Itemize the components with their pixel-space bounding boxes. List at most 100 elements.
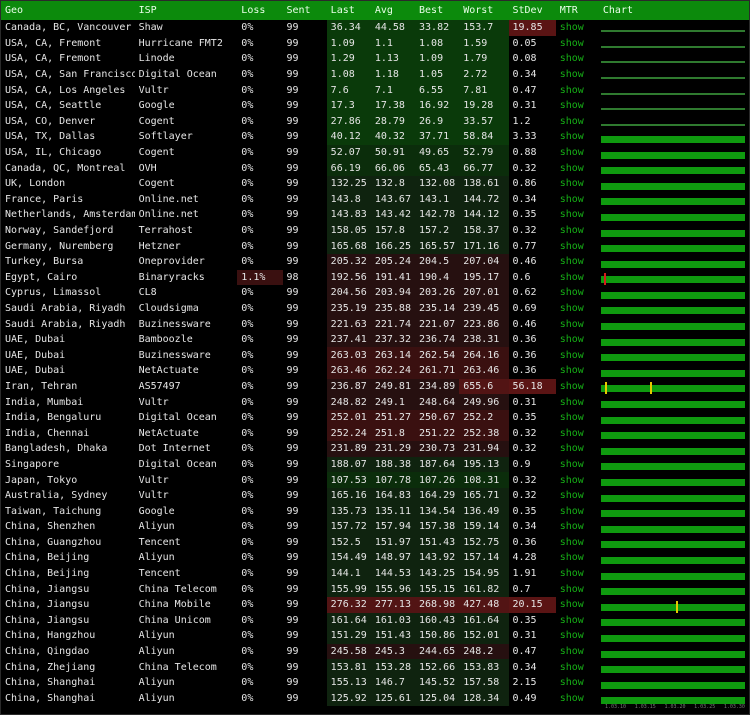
mtr-show-link[interactable]: show [556, 207, 599, 223]
cell-worst: 239.45 [459, 300, 509, 317]
latency-bar [600, 619, 745, 627]
mtr-show-link[interactable]: show [556, 114, 599, 130]
cell-isp: Oneprovider [138, 256, 205, 268]
mtr-show-link[interactable]: show [556, 301, 599, 317]
mtr-show-link[interactable]: show [556, 550, 599, 566]
cell-avg: 151.43 [370, 628, 416, 644]
cell-loss: 1.1% [237, 269, 283, 286]
mtr-show-link[interactable]: show [556, 176, 599, 192]
mtr-show-link[interactable]: show [556, 98, 599, 114]
mtr-show-link[interactable]: show [556, 535, 599, 551]
cell-sent: 99 [286, 334, 299, 346]
mtr-show-link[interactable]: show [556, 659, 599, 675]
cell-best: 1.08 [415, 35, 460, 52]
mtr-show-link[interactable]: show [556, 379, 599, 395]
mtr-show-link[interactable]: show [556, 67, 599, 83]
latency-bar [600, 525, 745, 533]
mtr-show-link[interactable]: show [556, 347, 599, 363]
cell-geo: USA, CA, Fremont [5, 37, 102, 49]
cell-best: 125.04 [415, 690, 460, 707]
mtr-show-link[interactable]: show [556, 192, 599, 208]
table-row: China, Shenzhen Aliyun 0% 99 157.72 157.94 157… [1, 519, 749, 535]
mtr-show-link[interactable]: show [556, 675, 599, 691]
mtr-show-link[interactable]: show [556, 238, 599, 254]
cell-avg: 231.29 [370, 441, 416, 457]
mtr-show-link[interactable]: show [556, 457, 599, 473]
cell-worst: 159.14 [459, 519, 509, 535]
cell-last: 152.5 [326, 534, 371, 551]
mtr-show-link[interactable]: show [556, 488, 599, 504]
cell-worst: 153.7 [459, 20, 509, 36]
mtr-show-link[interactable]: show [556, 581, 599, 597]
table-row: France, Paris Online.net 0% 99 143.8 143.67 14… [1, 191, 749, 208]
cell-stdev: 2.15 [512, 677, 537, 689]
mtr-show-link[interactable]: show [556, 223, 599, 239]
cell-sent: 99 [286, 661, 299, 673]
mtr-show-link[interactable]: show [556, 613, 599, 629]
cell-sent: 99 [286, 552, 299, 564]
latency-chart [599, 363, 749, 379]
cell-worst: 154.95 [459, 565, 509, 582]
mtr-show-link[interactable]: show [556, 519, 599, 535]
cell-stdev: 1.2 [512, 115, 531, 127]
mtr-show-link[interactable]: show [556, 160, 599, 176]
mtr-show-link[interactable]: show [556, 129, 599, 145]
mtr-show-link[interactable]: show [556, 472, 599, 488]
cell-stdev: 0.32 [512, 427, 537, 439]
cell-best: 65.43 [415, 160, 460, 176]
cell-sent: 99 [286, 162, 299, 174]
cell-worst: 138.61 [459, 175, 509, 192]
mtr-show-link[interactable]: show [556, 410, 599, 426]
axis-tick-label: 1.03.25 [694, 704, 716, 710]
mtr-show-link[interactable]: show [556, 20, 599, 36]
mtr-show-link[interactable]: show [556, 316, 599, 332]
mtr-show-link[interactable]: show [556, 270, 599, 286]
cell-avg: 132.8 [370, 175, 416, 192]
mtr-show-link[interactable]: show [556, 332, 599, 348]
latency-chart [599, 394, 749, 410]
mtr-show-link[interactable]: show [556, 628, 599, 644]
latency-bar [600, 447, 745, 455]
mtr-show-link[interactable]: show [556, 254, 599, 270]
mtr-show-link[interactable]: show [556, 363, 599, 379]
table-row: Canada, BC, Vancouver Shaw 0% 99 36.34 44.58 3… [1, 20, 749, 36]
mtr-show-link[interactable]: show [556, 145, 599, 161]
cell-last: 237.41 [326, 331, 371, 348]
mtr-show-link[interactable]: show [556, 597, 599, 613]
latency-chart [599, 98, 749, 114]
mtr-show-link[interactable]: show [556, 425, 599, 441]
cell-geo: Canada, QC, Montreal [5, 162, 126, 174]
header-stdev: StDev [508, 1, 556, 20]
cell-geo: Saudi Arabia, Riyadh [5, 302, 126, 314]
cell-stdev: 0.34 [512, 69, 537, 81]
mtr-show-link[interactable]: show [556, 285, 599, 301]
latency-chart [599, 36, 749, 52]
cell-worst: 33.57 [459, 113, 509, 130]
cell-loss: 0% [241, 193, 254, 205]
latency-chart [599, 410, 749, 426]
mtr-show-link[interactable]: show [556, 566, 599, 582]
mtr-show-link[interactable]: show [556, 644, 599, 660]
cell-best: 261.71 [415, 363, 460, 379]
cell-sent: 99 [286, 193, 299, 205]
mtr-show-link[interactable]: show [556, 394, 599, 410]
latency-chart [599, 67, 749, 83]
cell-loss: 0% [241, 22, 254, 34]
latency-bar [600, 541, 745, 549]
cell-worst: 52.79 [459, 144, 509, 161]
cell-isp: Hetzner [138, 240, 181, 252]
cell-best: 151.43 [415, 534, 460, 551]
latency-chart [599, 644, 749, 660]
mtr-show-link[interactable]: show [556, 36, 599, 52]
mtr-show-link[interactable]: show [556, 503, 599, 519]
header-sent: Sent [282, 1, 327, 20]
cell-worst: 136.49 [459, 503, 509, 519]
mtr-show-link[interactable]: show [556, 441, 599, 457]
mtr-show-link[interactable]: show [556, 691, 599, 707]
cell-geo: Taiwan, Taichung [5, 505, 102, 517]
cell-isp: Aliyun [138, 692, 175, 704]
mtr-show-link[interactable]: show [556, 51, 599, 67]
table-row: China, Jiangsu China Telecom 0% 99 155.99 155… [1, 581, 749, 597]
cell-loss: 0% [241, 349, 254, 361]
mtr-show-link[interactable]: show [556, 82, 599, 98]
